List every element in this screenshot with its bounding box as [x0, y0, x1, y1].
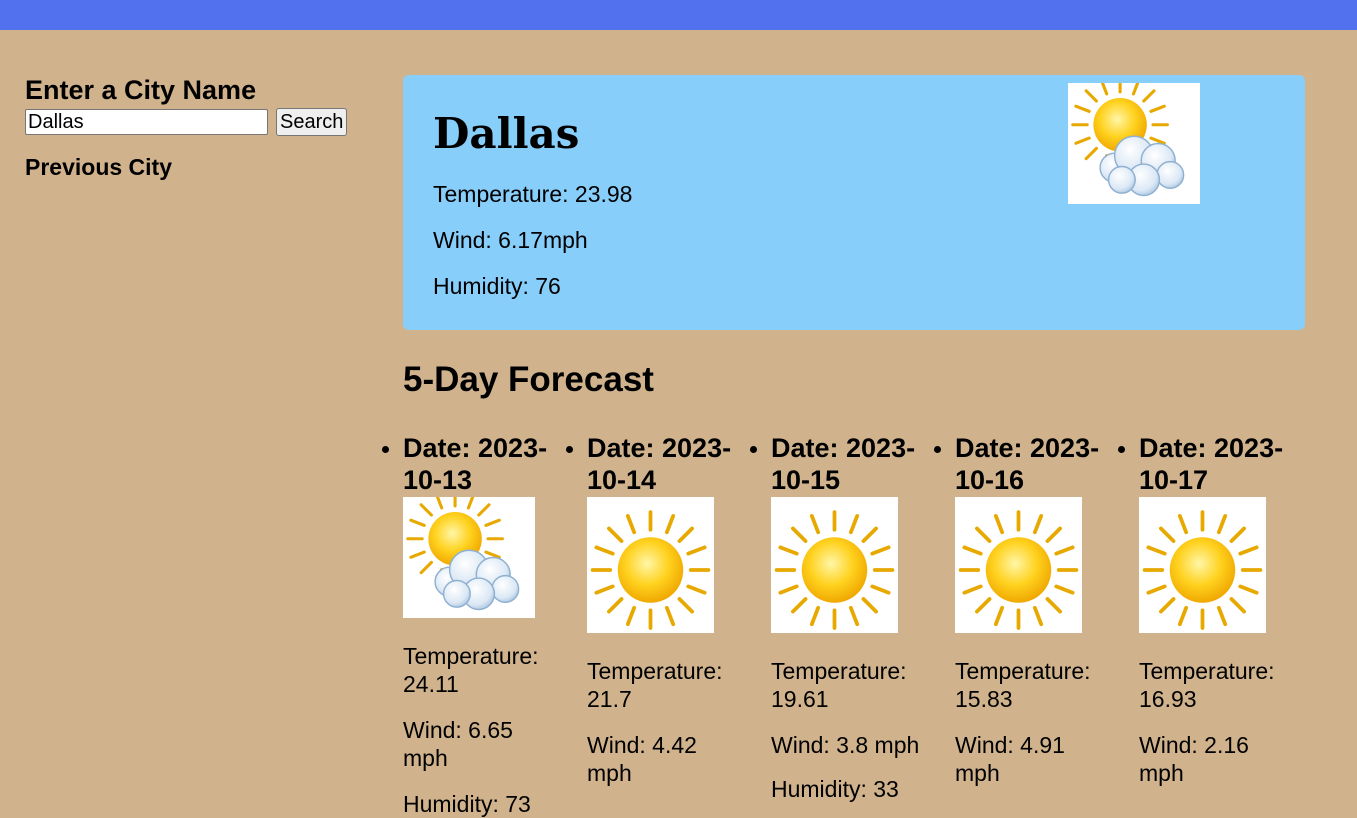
city-search-input[interactable] [25, 109, 268, 135]
current-temperature: Temperature: 23.98 [433, 181, 633, 207]
list-bullet [750, 446, 757, 453]
sun-icon [955, 497, 1082, 633]
wind-unit: mph [1139, 760, 1184, 786]
sun-icon [771, 497, 898, 633]
current-humidity: Humidity: 76 [433, 273, 561, 299]
forecast-temperature: Temperature: 16.93 [1139, 657, 1299, 713]
temperature-label: Temperature: [955, 658, 1091, 684]
forecast-day: Date: 2023-10-14 Temperature: 21.7 Wind:… [566, 432, 747, 787]
forecast-temperature: Temperature: 15.83 [955, 657, 1115, 713]
wind-value: Wind: 2.16 [1139, 732, 1249, 758]
forecast-date: Date: 2023-10-13 [403, 433, 548, 495]
search-panel: Enter a City Name Search Previous City [25, 74, 365, 181]
wind-unit: mph [403, 745, 448, 771]
current-wind: Wind: 6.17mph [433, 227, 588, 253]
list-bullet [934, 446, 941, 453]
forecast-temperature: Temperature: 21.7 [587, 657, 747, 713]
temperature-value: 21.7 [587, 686, 632, 712]
forecast-humidity: Humidity: 73 [403, 791, 531, 817]
forecast-date: Date: 2023-10-16 [955, 433, 1100, 495]
temperature-label: Temperature: [403, 643, 539, 669]
sun-icon [587, 497, 714, 633]
forecast-day: Date: 2023-10-15 Temperature: 19.61 Wind… [750, 432, 931, 803]
search-row: Search [25, 108, 365, 136]
temperature-label: Temperature: [1139, 658, 1275, 684]
current-weather-card: Dallas Temperature: 23.98 Wind: 6.17mph … [403, 75, 1305, 330]
forecast-wind: Wind: 3.8 mph [771, 732, 920, 758]
sun-icon [1139, 497, 1266, 633]
previous-city-heading: Previous City [25, 154, 172, 180]
temperature-label: Temperature: [587, 658, 723, 684]
list-bullet [566, 446, 573, 453]
forecast-temperature: Temperature: 19.61 [771, 657, 931, 713]
temperature-value: 24.11 [403, 671, 459, 697]
forecast-date: Date: 2023-10-15 [771, 433, 916, 495]
temperature-value: 15.83 [955, 686, 1013, 712]
forecast-day: Date: 2023-10-17 Temperature: 16.93 Wind… [1118, 432, 1299, 787]
partly-cloudy-icon [403, 497, 535, 618]
forecast-date: Date: 2023-10-17 [1139, 433, 1284, 495]
forecast-wind: Wind: 6.65 mph [403, 716, 563, 772]
temperature-value: 19.61 [771, 686, 829, 712]
search-button[interactable]: Search [276, 108, 348, 136]
forecast-wind: Wind: 4.91 mph [955, 731, 1115, 787]
list-bullet [382, 446, 389, 453]
forecast-day: Date: 2023-10-16 Temperature: 15.83 Wind… [934, 432, 1115, 787]
forecast-title: 5-Day Forecast [403, 360, 654, 399]
forecast-date: Date: 2023-10-14 [587, 433, 732, 495]
forecast-wind: Wind: 2.16 mph [1139, 731, 1299, 787]
top-bar [0, 0, 1357, 30]
temperature-value: 16.93 [1139, 686, 1197, 712]
wind-value: Wind: 4.91 [955, 732, 1065, 758]
wind-value: Wind: 4.42 [587, 732, 697, 758]
forecast-wind: Wind: 4.42 mph [587, 731, 747, 787]
current-city-name: Dallas [433, 109, 580, 158]
wind-unit: mph [587, 760, 632, 786]
partly-cloudy-icon [1068, 83, 1200, 204]
wind-unit: mph [955, 760, 1000, 786]
forecast-day: Date: 2023-10-13 Temperature: 24.11 Wind… [382, 432, 563, 818]
wind-value: Wind: 6.65 [403, 717, 513, 743]
forecast-temperature: Temperature: 24.11 [403, 642, 563, 698]
temperature-label: Temperature: [771, 658, 907, 684]
list-bullet [1118, 446, 1125, 453]
search-heading: Enter a City Name [25, 75, 257, 105]
